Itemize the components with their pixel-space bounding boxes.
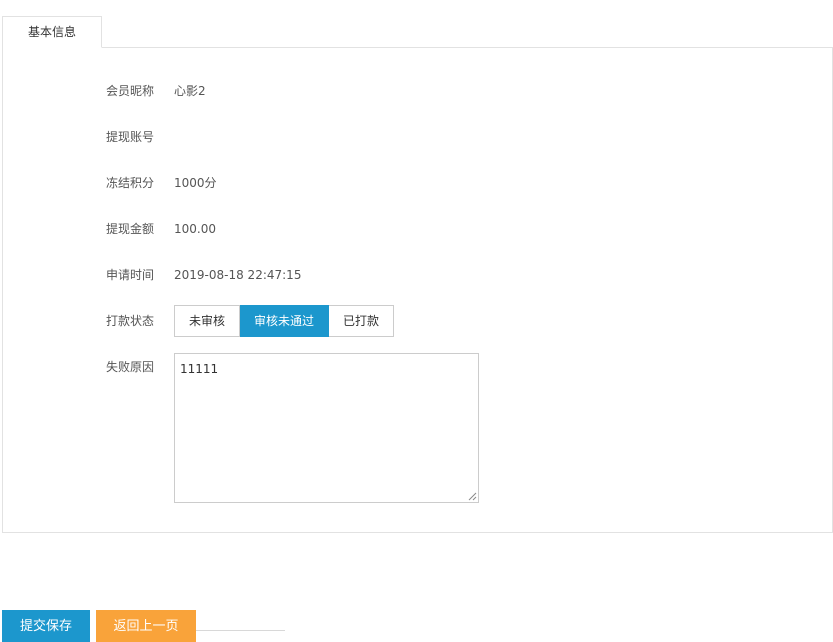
- fail-reason-label: 失败原因: [105, 360, 154, 374]
- status-option-unreviewed[interactable]: 未审核: [174, 305, 241, 337]
- amount-label: 提现金额: [105, 222, 154, 236]
- form-row-account: 提现账号: [3, 121, 803, 153]
- tab-basic-info[interactable]: 基本信息: [2, 16, 102, 48]
- fail-reason-textarea[interactable]: 11111: [174, 353, 479, 503]
- divider: [196, 630, 285, 631]
- amount-value: 100.00: [174, 222, 216, 236]
- form-panel: 会员昵称 心影2 提现账号 冻结积分 1000分 提现金额 100.00 申请时…: [2, 47, 833, 533]
- fail-reason-text: 11111: [180, 362, 219, 376]
- form-row-frozen-points: 冻结积分 1000分: [3, 167, 803, 199]
- back-button[interactable]: 返回上一页: [96, 610, 196, 642]
- nickname-label: 会员昵称: [105, 84, 154, 98]
- form-row-apply-time: 申请时间 2019-08-18 22:47:15: [3, 259, 803, 291]
- form-row-nickname: 会员昵称 心影2: [3, 75, 803, 107]
- status-option-rejected[interactable]: 审核未通过: [240, 305, 330, 337]
- status-option-paid[interactable]: 已打款: [329, 305, 395, 337]
- form-row-amount: 提现金额 100.00: [3, 213, 803, 245]
- account-label: 提现账号: [105, 130, 154, 144]
- tab-bar: 基本信息: [2, 16, 833, 48]
- payment-status-toggle-group: 未审核 审核未通过 已打款: [174, 305, 395, 337]
- resize-grip-icon[interactable]: [468, 492, 477, 501]
- payment-status-label: 打款状态: [105, 314, 154, 328]
- submit-save-button[interactable]: 提交保存: [2, 610, 90, 642]
- frozen-points-label: 冻结积分: [105, 176, 154, 190]
- frozen-points-value: 1000分: [174, 176, 217, 190]
- form-row-payment-status: 打款状态 未审核 审核未通过 已打款: [3, 305, 803, 337]
- apply-time-value: 2019-08-18 22:47:15: [174, 268, 302, 282]
- form-row-fail-reason: 失败原因 11111: [3, 353, 803, 503]
- nickname-value: 心影2: [174, 84, 206, 98]
- apply-time-label: 申请时间: [105, 268, 154, 282]
